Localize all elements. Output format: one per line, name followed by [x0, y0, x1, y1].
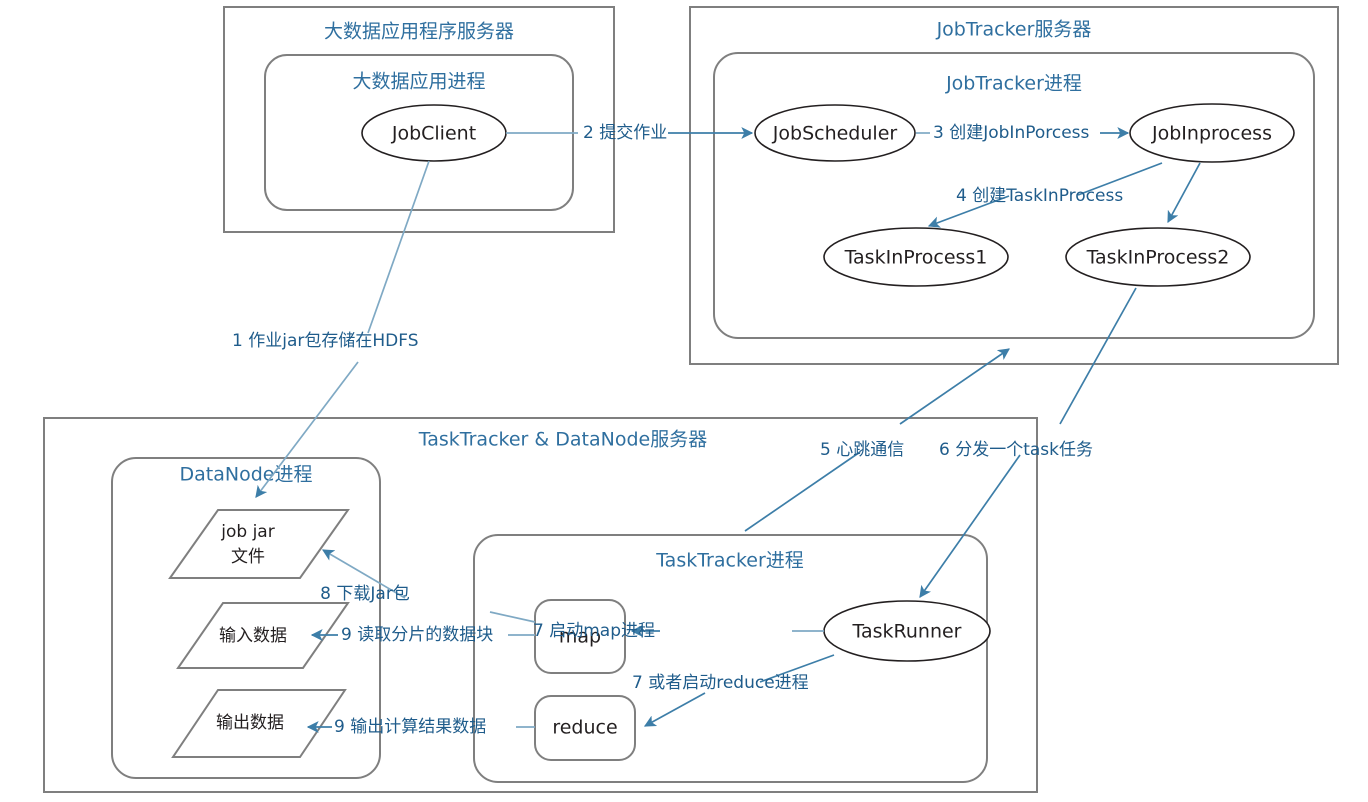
- edge-label-step6: 6 分发一个task任务: [939, 440, 1093, 460]
- diagram-canvas: 大数据应用程序服务器 大数据应用进程 JobClient JobTracker服…: [0, 0, 1368, 802]
- edge-label-step8: 8 下载Jar包: [320, 584, 410, 604]
- diagram-svg: 大数据应用程序服务器 大数据应用进程 JobClient JobTracker服…: [43, 6, 1339, 793]
- edge-step1-a: [367, 160, 430, 334]
- node-reduce-label: reduce: [552, 717, 617, 739]
- edge-step5-a: [744, 451, 861, 532]
- node-task-runner-label: TaskRunner: [852, 621, 962, 643]
- edge-label-step2: 2 提交作业: [583, 123, 667, 143]
- node-job-jar-file[interactable]: [168, 509, 350, 579]
- edge-label-step9-write: 9 输出计算结果数据: [334, 717, 486, 737]
- node-job-inprocess-label: JobInprocess: [1151, 123, 1272, 145]
- node-job-scheduler-label: JobScheduler: [772, 123, 898, 145]
- node-job-jar-file-line2: 文件: [231, 547, 265, 567]
- app-process-title: 大数据应用进程: [352, 71, 485, 93]
- edge-jobinprocess-to-tip2: [1167, 162, 1201, 224]
- edge-label-step5: 5 心跳通信: [820, 440, 904, 460]
- edge-step5-b: [899, 348, 1010, 425]
- node-task-in-process-1-label: TaskInProcess1: [844, 247, 988, 269]
- node-input-data-label: 输入数据: [219, 626, 287, 646]
- node-output-data-label: 输出数据: [216, 713, 284, 733]
- edge-step6-b: [919, 454, 1021, 598]
- edge-label-step4: 4 创建TaskInProcess: [956, 186, 1123, 206]
- app-server-title: 大数据应用程序服务器: [324, 21, 514, 43]
- tasktracker-datanode-server-title: TaskTracker & DataNode服务器: [418, 429, 707, 451]
- edge-label-step3: 3 创建JobInPorcess: [933, 123, 1090, 143]
- edge-step8-a: [489, 611, 536, 623]
- datanode-process-title: DataNode进程: [180, 464, 313, 486]
- jobtracker-process-title: JobTracker进程: [945, 73, 1082, 95]
- edge-label-step7-map: 7 启动map进程: [533, 621, 655, 641]
- tasktracker-process-title: TaskTracker进程: [655, 550, 804, 572]
- node-task-in-process-2-label: TaskInProcess2: [1086, 247, 1230, 269]
- node-job-client-label: JobClient: [391, 123, 476, 145]
- edge-label-step9-read: 9 读取分片的数据块: [341, 625, 493, 645]
- edge-step7-reduce-b: [643, 692, 706, 727]
- edge-step6-a: [1059, 287, 1137, 425]
- edge-label-step7-reduce: 7 或者启动reduce进程: [632, 673, 809, 693]
- jobtracker-server-title: JobTracker服务器: [936, 19, 1092, 41]
- node-job-jar-file-line1: job jar: [220, 522, 274, 542]
- edge-label-step1: 1 作业jar包存储在HDFS: [232, 331, 419, 351]
